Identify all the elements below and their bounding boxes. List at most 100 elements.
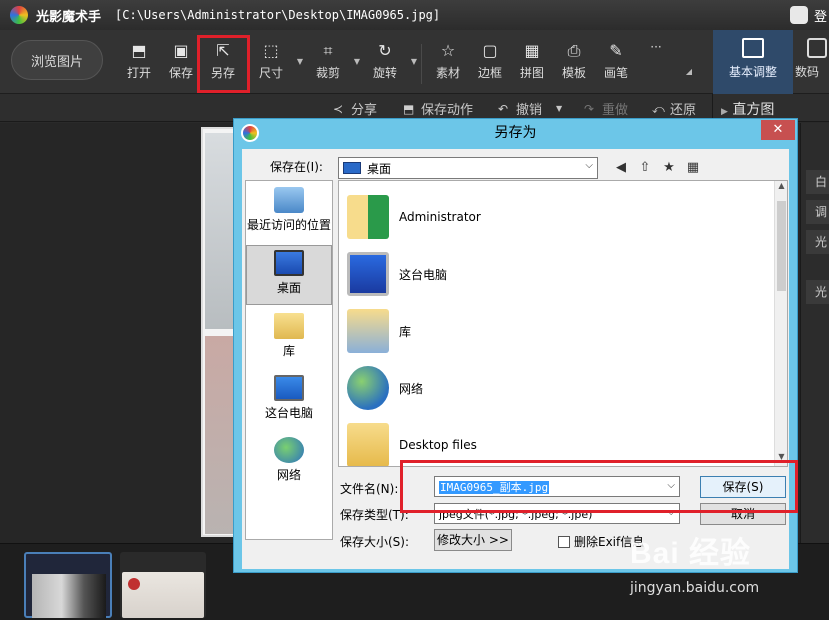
share-label: 分享	[351, 103, 378, 118]
toolbar-divider	[421, 44, 422, 84]
save-action-label: 保存动作	[421, 103, 474, 118]
places-sidebar: 最近访问的位置 桌面 库 这台电脑 网络	[245, 180, 333, 540]
new-folder-icon[interactable]: ★	[660, 159, 678, 177]
place-computer[interactable]: 这台电脑	[246, 371, 332, 431]
filetype-label: 保存类型(T):	[340, 508, 409, 522]
up-folder-icon[interactable]: ⇧	[636, 159, 654, 177]
rotate-button[interactable]: ↻ 旋转 ▼	[363, 40, 417, 86]
histogram-label: 直方图	[732, 102, 775, 118]
crop-dropdown-icon[interactable]: ▼	[354, 57, 360, 66]
save-action-icon: ⬒	[403, 101, 415, 116]
place-desktop[interactable]: 桌面	[246, 245, 332, 305]
save-in-value: 桌面	[367, 161, 392, 176]
brush-label: 画笔	[603, 66, 628, 80]
right-panel-button[interactable]: 光	[806, 230, 829, 254]
open-button[interactable]: ⬒ 打开	[117, 40, 161, 86]
collage-button[interactable]: ▦ 拼图	[510, 40, 554, 86]
star-icon: ☆	[440, 41, 456, 60]
recent-places-icon	[274, 187, 304, 213]
photo-preview-bottom	[205, 336, 233, 534]
save-action-button[interactable]: ⬒ 保存动作	[403, 99, 474, 119]
place-library[interactable]: 库	[246, 309, 332, 369]
thumbnail[interactable]	[24, 552, 112, 618]
file-list: Administrator 这台电脑 库 网络 Desktop files	[338, 180, 788, 467]
resize-icon: ⬚	[263, 41, 279, 60]
list-item[interactable]: 这台电脑	[347, 246, 767, 302]
save-in-select[interactable]: 桌面 ⌵	[338, 157, 598, 179]
more-icon: ···	[650, 40, 662, 54]
brush-button[interactable]: ✎ 画笔	[594, 40, 638, 86]
main-toolbar: 浏览图片 ⬒ 打开 ▣ 保存 ⇱ 另存 ⬚ 尺寸 ▼ ⌗ 裁剪 ▼ ↻ 旋转 ▼	[0, 30, 829, 94]
app-window: 光影魔术手 [C:\Users\Administrator\Desktop\IM…	[0, 0, 829, 620]
more-button[interactable]: ··· ◢	[634, 40, 692, 86]
undo-button[interactable]: ↶ 撤销 ▼	[498, 99, 562, 119]
save-label: 保存	[168, 66, 193, 80]
undo-dropdown-icon[interactable]: ▼	[556, 104, 562, 113]
file-name: 这台电脑	[399, 267, 448, 282]
list-item[interactable]: Administrator	[347, 189, 767, 245]
crop-label: 裁剪	[315, 66, 340, 80]
browse-images-button[interactable]: 浏览图片	[11, 40, 103, 80]
resize-dropdown-icon[interactable]: ▼	[297, 57, 303, 66]
photo-preview-top	[205, 133, 233, 329]
restore-button[interactable]: ⤺ 还原	[652, 99, 696, 119]
place-label: 网络	[276, 468, 301, 482]
tab-digital[interactable]: 数码	[795, 30, 829, 94]
file-path: [C:\Users\Administrator\Desktop\IMAG0965…	[115, 8, 441, 22]
open-icon: ⬒	[131, 41, 147, 60]
place-recent[interactable]: 最近访问的位置	[246, 183, 332, 243]
checkbox-box[interactable]	[558, 535, 570, 548]
tab-digital-label: 数码	[795, 65, 820, 79]
filename-label: 文件名(N):	[340, 482, 399, 496]
place-label: 这台电脑	[264, 406, 313, 420]
close-button[interactable]: ✕	[761, 120, 795, 140]
file-list-scrollbar[interactable]: ▲ ▼	[774, 181, 787, 466]
view-menu-icon[interactable]: ▦	[684, 159, 702, 177]
border-button[interactable]: ▢ 边框	[468, 40, 512, 86]
resize-label: 尺寸	[258, 66, 283, 80]
rotate-dropdown-icon[interactable]: ▼	[411, 57, 417, 66]
save-as-highlight	[197, 35, 250, 93]
scrollbar-thumb[interactable]	[777, 201, 786, 291]
tab-basic-label: 基本调整	[728, 65, 777, 79]
computer-icon	[274, 375, 304, 401]
scroll-up-icon[interactable]: ▲	[775, 181, 788, 195]
material-label: 素材	[435, 66, 460, 80]
share-button[interactable]: ≺ 分享	[333, 99, 378, 119]
watermark-url: jingyan.baidu.com	[630, 580, 760, 596]
redo-button[interactable]: ↷ 重做	[584, 99, 629, 119]
right-panel-button[interactable]: 光	[806, 280, 829, 304]
user-area[interactable]: 登	[789, 0, 829, 30]
library-icon	[347, 309, 389, 353]
list-item[interactable]: 库	[347, 303, 767, 359]
right-panel-button[interactable]: 调	[806, 200, 829, 224]
right-panel-button[interactable]: 白	[806, 170, 829, 194]
grid-icon: ▦	[524, 41, 540, 60]
more-dropdown-icon[interactable]: ◢	[686, 67, 692, 76]
save-icon: ▣	[173, 41, 189, 60]
camera-icon	[807, 38, 827, 58]
redo-label: 重做	[602, 103, 629, 118]
template-button[interactable]: ⎙ 模板	[552, 40, 596, 86]
list-item[interactable]: 网络	[347, 360, 767, 416]
tab-basic-adjust[interactable]: 基本调整	[713, 30, 793, 94]
login-link[interactable]: 登	[814, 6, 827, 25]
watermark-logo: Bai 经验	[630, 537, 752, 570]
place-label: 桌面	[276, 281, 301, 295]
undo-icon: ↶	[498, 101, 509, 116]
material-button[interactable]: ☆ 素材	[426, 40, 470, 86]
back-icon[interactable]: ◀	[612, 159, 630, 177]
user-icon[interactable]	[789, 6, 808, 24]
file-name: Desktop files	[399, 438, 477, 452]
resize-button[interactable]: ⬚ 尺寸 ▼	[249, 40, 303, 86]
desktop-icon	[343, 162, 361, 174]
thumbnail[interactable]	[120, 552, 206, 618]
crop-button[interactable]: ⌗ 裁剪 ▼	[306, 40, 360, 86]
border-icon: ▢	[482, 41, 498, 60]
resize-button[interactable]: 修改大小 >>	[434, 529, 512, 551]
computer-icon	[347, 252, 389, 296]
app-logo-icon	[10, 6, 28, 24]
expand-arrow-icon: ▶	[721, 107, 728, 117]
chevron-down-icon: ⌵	[585, 160, 593, 171]
place-network[interactable]: 网络	[246, 433, 332, 493]
